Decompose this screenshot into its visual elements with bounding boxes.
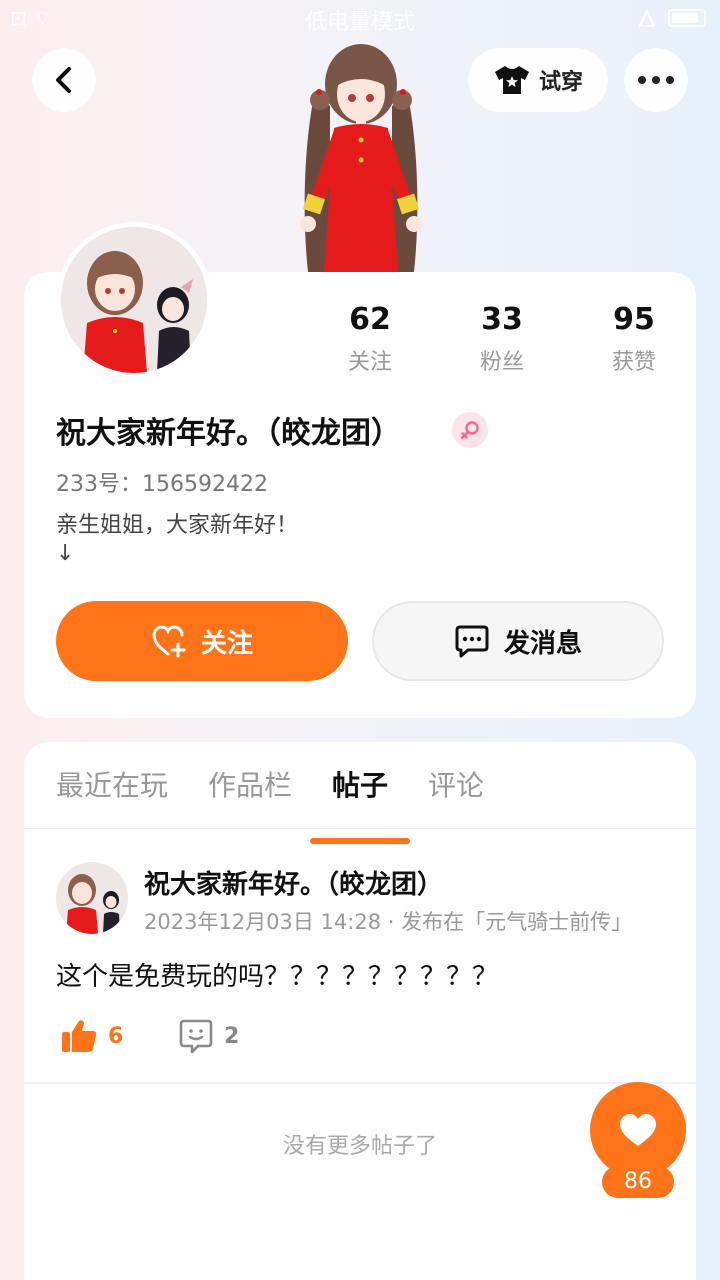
back-button[interactable] <box>32 48 96 112</box>
user-nickname: 祝大家新年好。（皎龙团） <box>56 416 401 451</box>
tab-divider <box>24 828 696 829</box>
favorite-count-badge: 86 <box>602 1166 674 1198</box>
post-meta: 2023年12月03日 14:28 · 发布在「元气骑士前传」 <box>144 910 633 934</box>
content-card: 最近在玩 作品栏 帖子 评论 祝大家新年好。（皎龙团） 2023年12月03日 … <box>24 742 696 1280</box>
follow-label: 关注 <box>200 628 253 659</box>
favorite-button[interactable] <box>590 1082 686 1178</box>
battery-icon <box>668 9 706 27</box>
back-arrow-icon <box>56 67 71 93</box>
tab-recently-played[interactable]: 最近在玩 <box>56 762 168 810</box>
status-bar: ⊡ ⌔ 低电量模式 <box>0 0 720 36</box>
send-message-button[interactable]: 发消息 <box>372 601 664 681</box>
tab-comments[interactable]: 评论 <box>428 762 484 810</box>
status-icons-right <box>636 8 706 28</box>
user-id: 233号：156592422 <box>56 472 268 497</box>
alarm-icon <box>638 8 656 27</box>
send-message-label: 发消息 <box>503 628 582 659</box>
character-model <box>300 44 422 272</box>
female-icon <box>452 412 488 448</box>
following-count: 62 <box>349 302 391 337</box>
likes-received-count: 95 <box>613 302 655 337</box>
post-content[interactable]: 这个是免费玩的吗？？？？？？？？？ <box>56 956 498 993</box>
post-author-avatar[interactable] <box>56 862 128 934</box>
stats-row: 62 关注 33 粉丝 95 获赞 <box>304 300 700 376</box>
avatar-image <box>61 227 207 373</box>
stat-following[interactable]: 62 关注 <box>304 300 436 376</box>
stat-followers[interactable]: 33 粉丝 <box>436 300 568 376</box>
thumbs-up-icon <box>62 1020 97 1052</box>
likes-received-label: 获赞 <box>611 350 656 375</box>
following-label: 关注 <box>347 350 392 375</box>
low-power-mode-label: 低电量模式 <box>304 10 415 35</box>
post-avatar-image <box>56 862 128 934</box>
comment-count: 2 <box>224 1023 240 1049</box>
try-on-button[interactable]: 试穿 <box>468 48 608 112</box>
tab-posts[interactable]: 帖子 <box>310 762 411 844</box>
profile-tabs: 最近在玩 作品栏 帖子 评论 <box>56 762 484 844</box>
follow-button[interactable]: 关注 <box>56 601 348 681</box>
avatar[interactable] <box>56 222 212 378</box>
bio-line: 亲生姐姐，大家新年好！ <box>56 513 299 538</box>
post-author-name[interactable]: 祝大家新年好。（皎龙团） <box>144 864 443 901</box>
user-bio: 亲生姐姐，大家新年好！ ↓ <box>56 512 298 568</box>
like-count: 6 <box>108 1023 124 1049</box>
stat-likes[interactable]: 95 获赞 <box>568 300 700 376</box>
try-on-label: 试穿 <box>538 70 583 95</box>
bio-line: ↓ <box>56 541 75 566</box>
tshirt-icon <box>494 66 529 94</box>
post-like-button[interactable]: 6 <box>60 1018 123 1054</box>
post-divider <box>24 1082 696 1084</box>
heart-icon <box>620 1114 656 1146</box>
more-dots-icon <box>638 76 674 84</box>
tab-works[interactable]: 作品栏 <box>208 762 292 810</box>
post-comment-button[interactable]: 2 <box>178 1018 239 1054</box>
heart-plus-icon <box>152 625 186 658</box>
chat-bubble-icon <box>455 625 489 658</box>
more-options-button[interactable] <box>624 48 688 112</box>
followers-count: 33 <box>481 302 523 337</box>
comment-face-icon <box>179 1019 213 1054</box>
followers-label: 粉丝 <box>479 350 524 375</box>
